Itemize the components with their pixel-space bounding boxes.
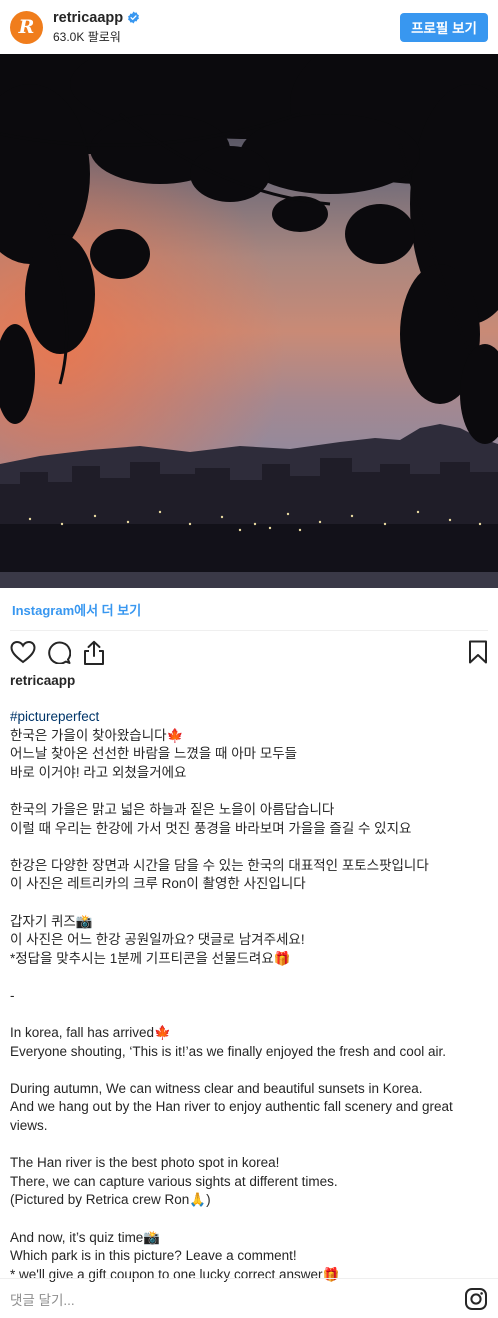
caption-line: 갑자기 퀴즈📸 — [10, 913, 93, 929]
sunset-han-river-image — [0, 54, 498, 588]
post-author[interactable]: retricaapp — [10, 673, 75, 688]
view-profile-button[interactable]: 프로필 보기 — [400, 12, 488, 42]
caption-line: And now, it’s quiz time📸 — [10, 1229, 161, 1245]
caption-line: 이 사진은 어느 한강 공원일까요? 댓글로 남겨주세요! — [10, 932, 305, 948]
caption-line: The Han river is the best photo spot in … — [10, 1155, 280, 1171]
share-icon[interactable] — [82, 640, 106, 666]
user-block: retricaapp 63.0K 팔로워 — [53, 10, 140, 45]
heart-icon[interactable] — [10, 640, 36, 664]
caption-line: Everyone shouting, ‘This is it!’as we fi… — [10, 1043, 446, 1059]
caption-line: views. — [10, 1118, 48, 1134]
caption-line: *정답을 맞추시는 1분께 기프티콘을 선물드려요🎁 — [10, 950, 291, 966]
avatar-letter: R — [18, 15, 35, 38]
caption-line: 한국의 가을은 맑고 넓은 하늘과 짙은 노을이 아름답습니다 — [10, 801, 335, 817]
bookmark-icon[interactable] — [468, 640, 488, 664]
caption-line: 한국은 가을이 찾아왔습니다🍁 — [10, 727, 184, 743]
caption-line: And we hang out by the Han river to enjo… — [10, 1099, 453, 1115]
caption-line: 이럴 때 우리는 한강에 가서 멋진 풍경을 바라보며 가을을 즐길 수 있지요 — [10, 820, 412, 836]
divider — [10, 630, 488, 631]
comment-bar: 댓글 달기... — [0, 1278, 498, 1318]
hashtag-link[interactable]: #pictureperfect — [10, 708, 490, 727]
caption-line: (Pictured by Retrica crew Ron🙏) — [10, 1192, 211, 1208]
username-row: retricaapp — [53, 10, 140, 26]
username-link[interactable]: retricaapp — [53, 10, 123, 26]
comment-input[interactable]: 댓글 달기... — [10, 1289, 75, 1309]
caption-separator: - — [10, 987, 15, 1003]
avatar[interactable]: R — [10, 10, 43, 44]
post-header: R retricaapp 63.0K 팔로워 프로필 보기 — [0, 0, 498, 54]
post-photo[interactable] — [0, 54, 498, 588]
verified-badge-icon — [128, 11, 140, 24]
caption-line: 이 사진은 레트리카의 크루 Ron이 촬영한 사진입니다 — [10, 876, 306, 892]
caption-line: During autumn, We can witness clear and … — [10, 1080, 423, 1096]
comment-bubble-icon[interactable] — [47, 640, 71, 664]
caption-line: 한강은 다양한 장면과 시간을 담을 수 있는 한국의 대표적인 포토스팟입니다 — [10, 857, 429, 873]
caption-line: In korea, fall has arrived🍁 — [10, 1025, 171, 1041]
follower-count: 63.0K 팔로워 — [53, 29, 121, 44]
caption-line: 어느날 찾아온 선선한 바람을 느꼈을 때 아마 모두들 — [10, 746, 298, 762]
caption-line: Which park is in this picture? Leave a c… — [10, 1248, 297, 1264]
post-caption: #pictureperfect 한국은 가을이 찾아왔습니다🍁 어느날 찾아온 … — [10, 708, 490, 1284]
instagram-logo-icon[interactable] — [464, 1287, 488, 1311]
caption-line: There, we can capture various sights at … — [10, 1173, 338, 1189]
view-more-on-instagram-link[interactable]: Instagram에서 더 보기 — [12, 600, 141, 619]
caption-line: 바로 이거야! 라고 외쳤을거에요 — [10, 764, 187, 780]
action-bar — [10, 640, 490, 668]
